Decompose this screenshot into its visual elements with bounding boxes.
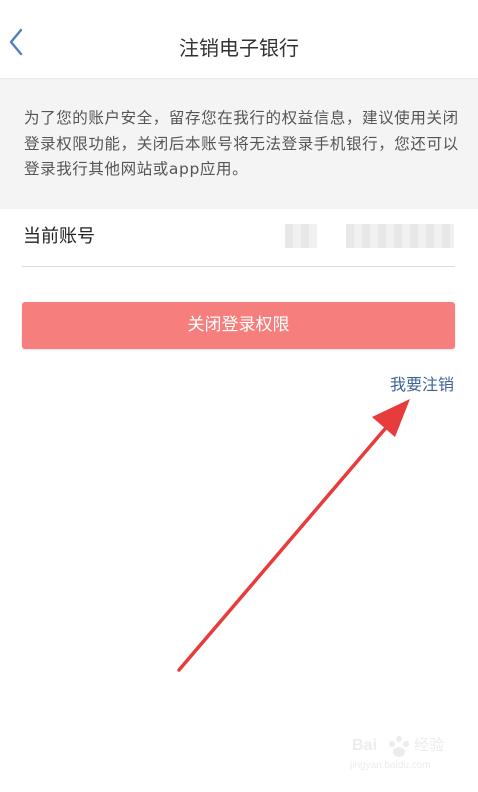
red-arrow-icon	[177, 399, 410, 672]
page-title: 注销电子银行	[179, 36, 299, 60]
svg-text:jingyan.baidu.com: jingyan.baidu.com	[349, 760, 431, 771]
baidu-paw-icon: Bai 经验 jingyan.baidu.com	[349, 736, 444, 771]
security-notice-text: 为了您的账户安全，留存您在我行的权益信息，建议使用关闭登录权限功能，关闭后本账号…	[24, 109, 459, 178]
account-number-mask-part-1	[285, 224, 317, 248]
svg-text:Bai: Bai	[352, 737, 377, 754]
baidu-experience-watermark: Bai 经验 jingyan.baidu.com	[348, 726, 468, 774]
navigation-bar: 注销电子银行	[0, 0, 478, 79]
current-account-row: 当前账号	[22, 209, 455, 267]
svg-text:经验: 经验	[414, 736, 444, 754]
cancel-electronic-banking-page: 注销电子银行 为了您的账户安全，留存您在我行的权益信息，建议使用关闭登录权限功能…	[0, 0, 478, 792]
account-number-mask-part-2	[346, 224, 454, 248]
current-account-label: 当前账号	[23, 226, 95, 247]
close-login-permission-button[interactable]: 关闭登录权限	[22, 302, 455, 349]
cancel-account-link[interactable]: 我要注销	[390, 373, 454, 397]
security-notice-panel: 为了您的账户安全，留存您在我行的权益信息，建议使用关闭登录权限功能，关闭后本账号…	[0, 79, 478, 209]
